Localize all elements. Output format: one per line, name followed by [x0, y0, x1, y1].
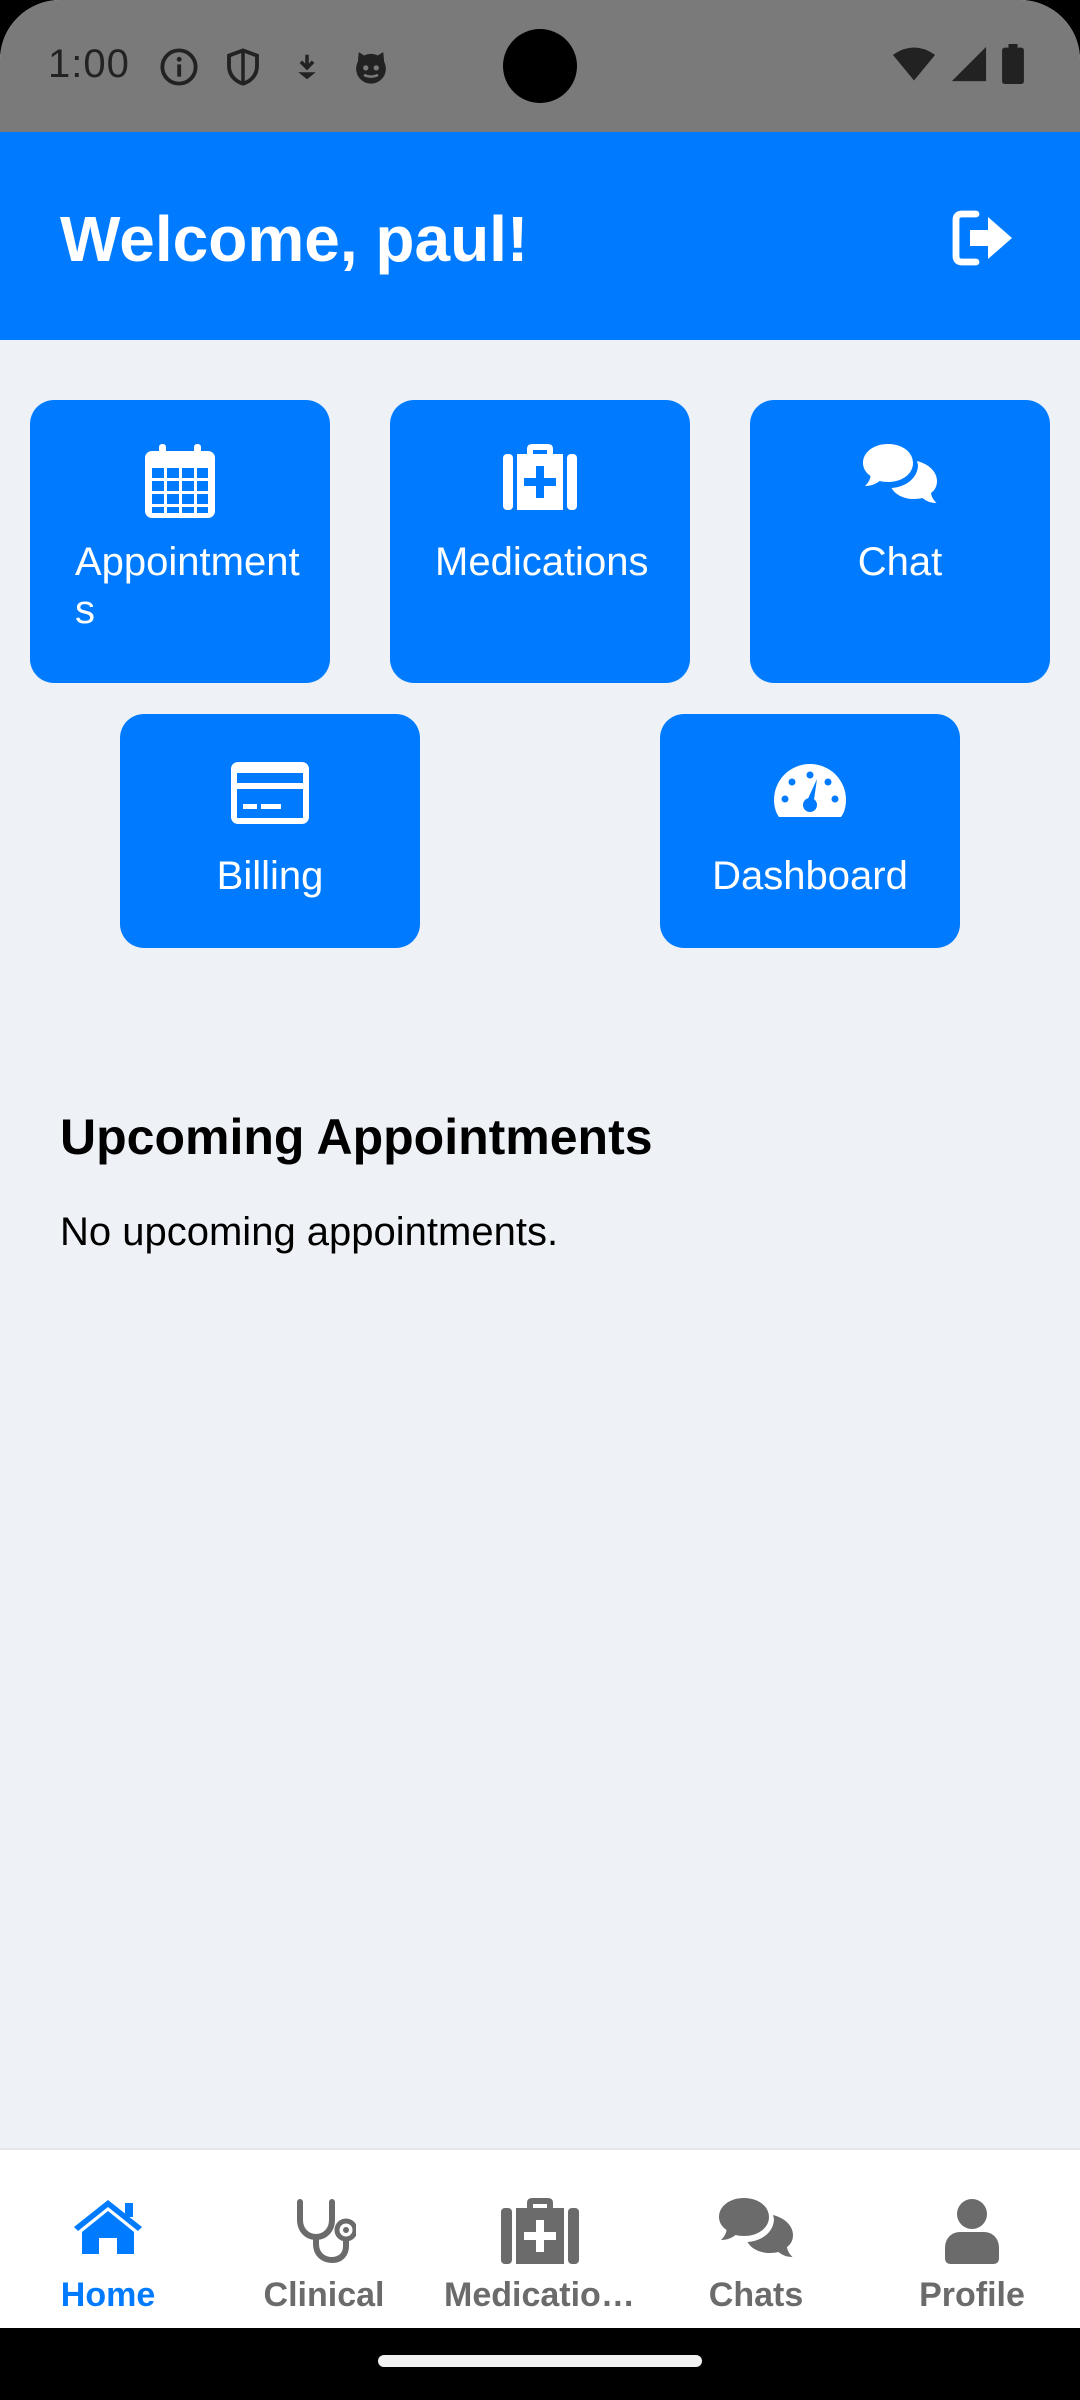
cat-icon: [350, 46, 392, 93]
welcome-title: Welcome, paul!: [60, 203, 529, 275]
tile-label: Chat: [857, 540, 943, 584]
nav-item-profile[interactable]: Profile: [864, 2150, 1080, 2330]
tile-label: Billing: [216, 854, 324, 898]
wifi-icon: [892, 44, 936, 89]
download-icon: [286, 46, 328, 93]
billing-tile[interactable]: Billing: [120, 714, 420, 948]
logout-button[interactable]: [950, 210, 1018, 270]
tile-label: Dashboard: [712, 854, 908, 898]
gesture-navigation-area: [0, 2328, 1080, 2400]
no-appointments-message: No upcoming appointments.: [60, 1210, 559, 1254]
medkit-icon: [501, 2198, 579, 2269]
chat-icon: [862, 444, 938, 511]
gauge-icon: [773, 762, 847, 823]
status-bar: 1:00: [0, 0, 1080, 132]
nav-item-home[interactable]: Home: [0, 2150, 216, 2330]
tile-label: Appointments: [75, 540, 300, 632]
bottom-nav: Home Clinical Medications Chats Profile: [0, 2148, 1080, 2328]
dashboard-tile[interactable]: Dashboard: [660, 714, 960, 948]
battery-icon: [1002, 44, 1024, 89]
nav-label: Chats: [708, 2276, 804, 2314]
nav-label: Medications: [444, 2276, 641, 2314]
shield-icon: [222, 46, 264, 93]
medications-tile[interactable]: Medications: [390, 400, 690, 683]
signal-icon: [950, 44, 988, 89]
info-icon: [158, 46, 200, 93]
credit-card-icon: [231, 762, 309, 829]
medkit-icon: [503, 444, 577, 515]
upcoming-appointments-heading: Upcoming Appointments: [60, 1109, 653, 1165]
status-notification-icons: [158, 46, 392, 93]
nav-item-chats[interactable]: Chats: [648, 2150, 864, 2330]
home-icon: [72, 2198, 144, 2261]
chat-icon: [718, 2198, 794, 2265]
app-screen: 1:00 Welcome, paul! Appointments Medicat…: [0, 0, 1080, 2400]
status-system-icons: [892, 44, 1024, 89]
appointments-tile[interactable]: Appointments: [30, 400, 330, 683]
nav-label: Home: [60, 2276, 156, 2314]
calendar-icon: [145, 444, 215, 523]
home-gesture-pill[interactable]: [378, 2355, 702, 2367]
status-time: 1:00: [48, 42, 130, 86]
nav-label: Clinical: [263, 2276, 385, 2314]
nav-item-clinical[interactable]: Clinical: [216, 2150, 432, 2330]
user-icon: [944, 2198, 1000, 2269]
nav-label: Profile: [919, 2276, 1025, 2314]
stethoscope-icon: [292, 2198, 358, 2269]
logout-icon: [950, 208, 1018, 273]
camera-cutout: [503, 29, 577, 103]
tile-label: Medications: [435, 540, 649, 584]
nav-item-medications[interactable]: Medications: [432, 2150, 648, 2330]
chat-tile[interactable]: Chat: [750, 400, 1050, 683]
app-header: Welcome, paul!: [0, 132, 1080, 340]
